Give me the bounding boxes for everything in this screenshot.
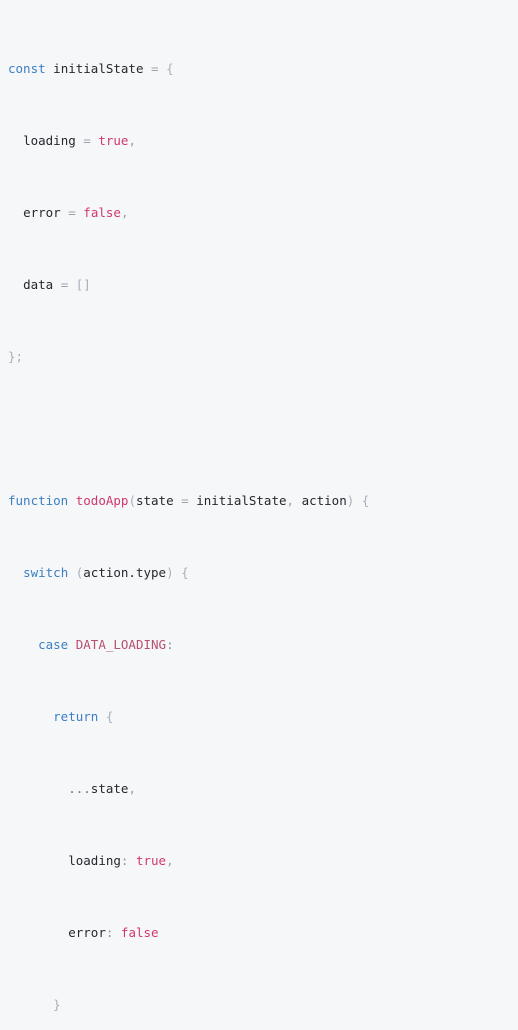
token-comma: , (128, 133, 136, 148)
token-brace-close-semicolon: }; (8, 349, 24, 364)
token-member-action-type: action.type (83, 565, 167, 580)
token-paren-close: ) (166, 565, 174, 580)
code-line: }; (8, 348, 518, 366)
token-literal-false: false (120, 925, 159, 940)
token-brace-open: { (361, 493, 370, 508)
code-line: switch (action.type) { (8, 564, 518, 582)
token-function-name-todoapp: todoApp (75, 493, 129, 508)
token-param-state: state (135, 493, 174, 508)
token-comma: , (120, 205, 129, 220)
code-line: loading = true, (8, 132, 518, 150)
token-brace-close: } (53, 997, 61, 1012)
code-line: error: false (8, 924, 518, 942)
code-line: loading: true, (8, 852, 518, 870)
token-keyword-case: case (38, 637, 69, 652)
token-identifier-data: data (23, 277, 54, 292)
code-line: error = false, (8, 204, 518, 222)
token-keyword-switch: switch (23, 565, 69, 580)
token-operator-equals: = (68, 205, 76, 220)
code-line: } (8, 996, 518, 1014)
token-identifier-error: error (23, 205, 61, 220)
token-constant-data-loading: DATA_LOADING (75, 637, 167, 652)
token-identifier-state: state (90, 781, 129, 796)
token-paren-open: ( (128, 493, 136, 508)
token-keyword-function: function (8, 493, 69, 508)
token-identifier-loading: loading (23, 133, 76, 148)
token-operator-equals: = (151, 61, 159, 76)
token-comma: , (166, 853, 174, 868)
code-line: const initialState = { (8, 60, 518, 78)
token-property-loading: loading (68, 853, 121, 868)
code-line: return { (8, 708, 518, 726)
token-identifier-initialstate: initialState (196, 493, 287, 508)
token-paren-open: ( (75, 565, 84, 580)
token-brace-open: { (105, 709, 114, 724)
token-empty-array: [] (75, 277, 91, 292)
code-line: case DATA_LOADING: (8, 636, 518, 654)
token-literal-false: false (83, 205, 121, 220)
code-editor-viewport[interactable]: const initialState = { loading = true, e… (0, 0, 518, 1012)
token-operator-equals: = (83, 133, 91, 148)
token-colon: : (166, 637, 174, 652)
token-param-action: action (301, 493, 347, 508)
token-spread-operator: ... (68, 781, 91, 796)
token-brace-open: { (181, 565, 189, 580)
token-brace-open: { (166, 61, 174, 76)
token-keyword-return: return (53, 709, 99, 724)
token-keyword-const: const (8, 61, 46, 76)
token-property-error: error (68, 925, 106, 940)
token-operator-equals: = (181, 493, 189, 508)
token-colon: : (120, 853, 129, 868)
token-literal-true: true (98, 133, 129, 148)
code-line: function todoApp(state = initialState, a… (8, 492, 518, 510)
code-line: data = [] (8, 276, 518, 294)
code-line: ...state, (8, 780, 518, 798)
token-identifier-initialstate: initialState (53, 61, 144, 76)
token-comma: , (128, 781, 136, 796)
token-comma: , (286, 493, 295, 508)
token-colon: : (105, 925, 114, 940)
token-literal-true: true (135, 853, 167, 868)
